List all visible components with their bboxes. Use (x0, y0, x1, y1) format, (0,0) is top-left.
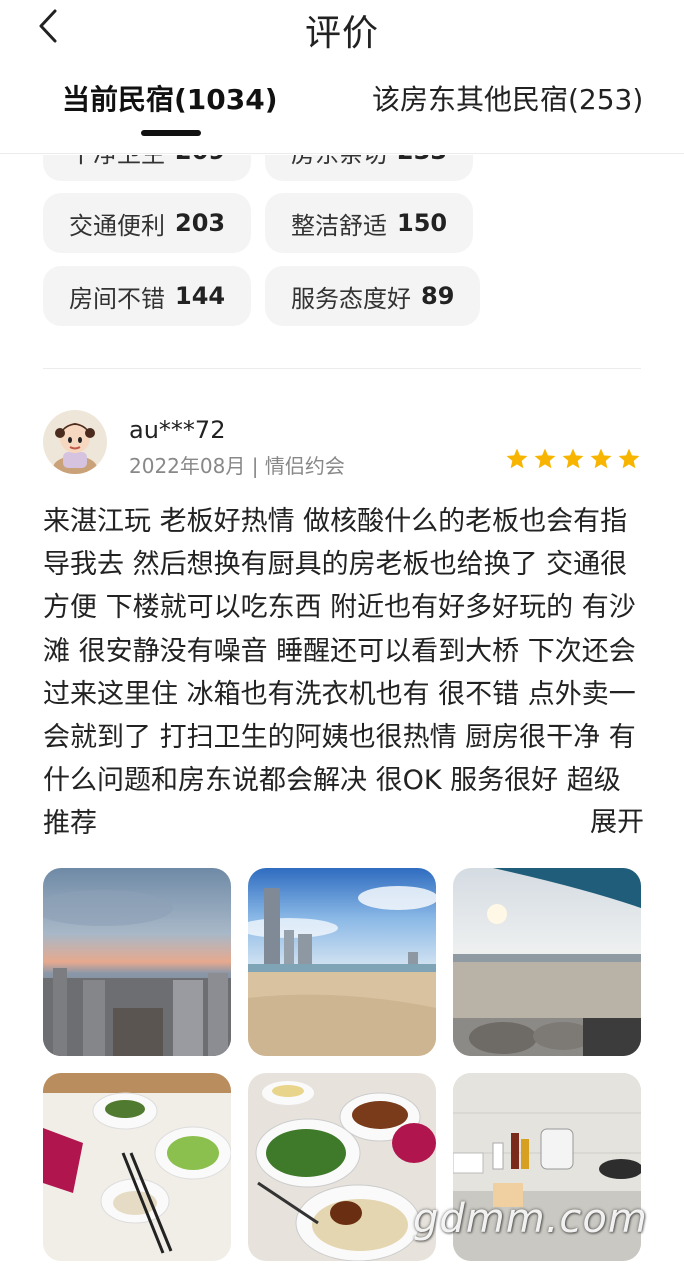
review-tag[interactable]: 干净卫生 209 (43, 155, 252, 181)
trip-type: 情侣约会 (264, 454, 345, 478)
review-text: 来湛江玩 老板好热情 做核酸什么的老板也会有指导我去 然后想换有厨具的房老板也给… (43, 506, 636, 840)
tag-label: 干净卫生 (69, 155, 165, 169)
review-photo-dining-table[interactable] (43, 1073, 231, 1261)
review-tag-list: 干净卫生209 房东亲切233 交通便利203 整洁舒适150 房间不错144 … (0, 155, 684, 355)
tag-count: 89 (421, 282, 455, 310)
tag-label: 房东亲切 (291, 155, 387, 169)
expand-button[interactable]: 展开 (560, 801, 644, 844)
star-icon (618, 448, 640, 469)
tag-label: 房间不错 (69, 284, 165, 313)
meta-separator: | (251, 454, 259, 478)
review-meta: 2022年08月 | 情侣约会 (129, 450, 345, 479)
rating-stars (505, 447, 641, 471)
tag-count: 209 (175, 155, 225, 165)
reviewer-name: au***72 (129, 416, 226, 444)
review-tag[interactable]: 整洁舒适 150 (265, 193, 474, 253)
tag-count: 233 (397, 155, 447, 165)
star-icon (590, 448, 612, 469)
review-photo-food-plates[interactable] (248, 1073, 436, 1261)
review-photo-beach-skyline[interactable] (248, 868, 436, 1056)
tab-other-homestays[interactable]: 该房东其他民宿(253) (372, 78, 643, 118)
review-tag[interactable]: 交通便利 203 (43, 193, 252, 253)
tag-label: 服务态度好 (291, 284, 411, 313)
review-photo-city-sunset[interactable] (43, 868, 231, 1056)
top-bar: 评价 (0, 0, 684, 56)
review-tag[interactable]: 房间不错 144 (43, 266, 252, 326)
tab-bar: 当前民宿(1034) 该房东其他民宿(253) (0, 70, 684, 154)
active-tab-indicator (141, 130, 201, 136)
star-icon (562, 448, 584, 469)
watermark: gdmm.com (413, 1196, 648, 1242)
tag-label: 整洁舒适 (291, 211, 387, 240)
star-icon (506, 448, 528, 469)
tab-current-homestay[interactable]: 当前民宿(1034) (62, 78, 278, 118)
section-divider (43, 368, 641, 369)
star-icon (534, 448, 556, 469)
tag-count: 203 (175, 209, 226, 237)
review-tag[interactable]: 房东亲切 233 (265, 155, 474, 181)
review-photo-beach-umbrella[interactable] (453, 868, 641, 1056)
tag-label: 交通便利 (69, 211, 165, 240)
tag-count: 144 (175, 282, 226, 310)
review-date: 2022年08月 (129, 454, 246, 478)
tag-count: 150 (397, 209, 448, 237)
page-title: 评价 (304, 13, 379, 54)
avatar[interactable] (43, 410, 107, 474)
review-tag[interactable]: 服务态度好 89 (265, 266, 481, 326)
